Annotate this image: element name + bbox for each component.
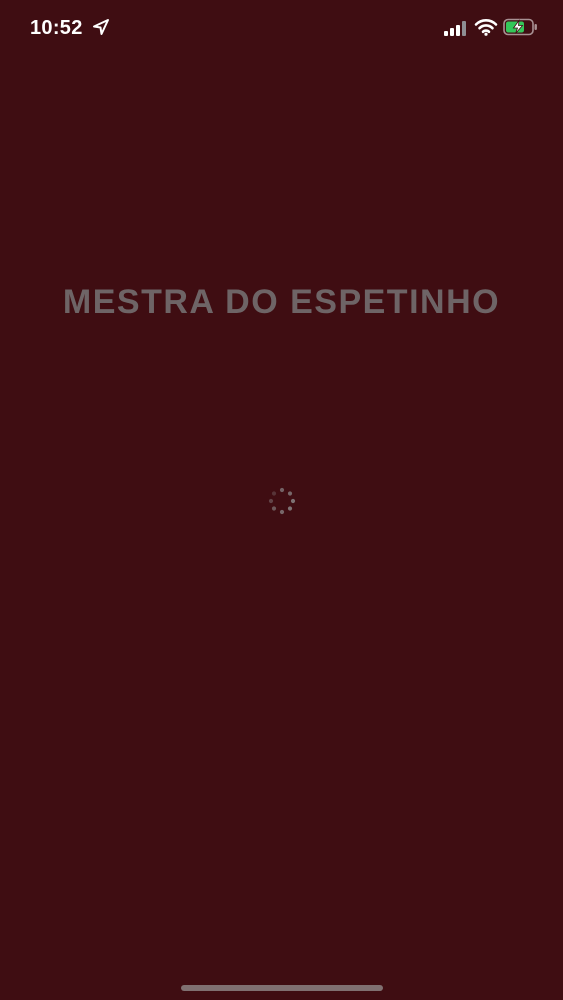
location-arrow-icon [93, 19, 109, 35]
status-bar: 10:52 [0, 0, 563, 56]
home-indicator-bar[interactable] [181, 985, 383, 991]
splash-screen: 10:52 MESTRA DO ESPETINHO [0, 0, 563, 1000]
cellular-signal-icon [444, 21, 466, 36]
wifi-icon [474, 19, 498, 36]
status-time: 10:52 [30, 17, 83, 39]
app-title: MESTRA DO ESPETINHO [62, 283, 501, 321]
loading-spinner-icon [268, 487, 296, 515]
battery-charging-icon [503, 18, 537, 36]
